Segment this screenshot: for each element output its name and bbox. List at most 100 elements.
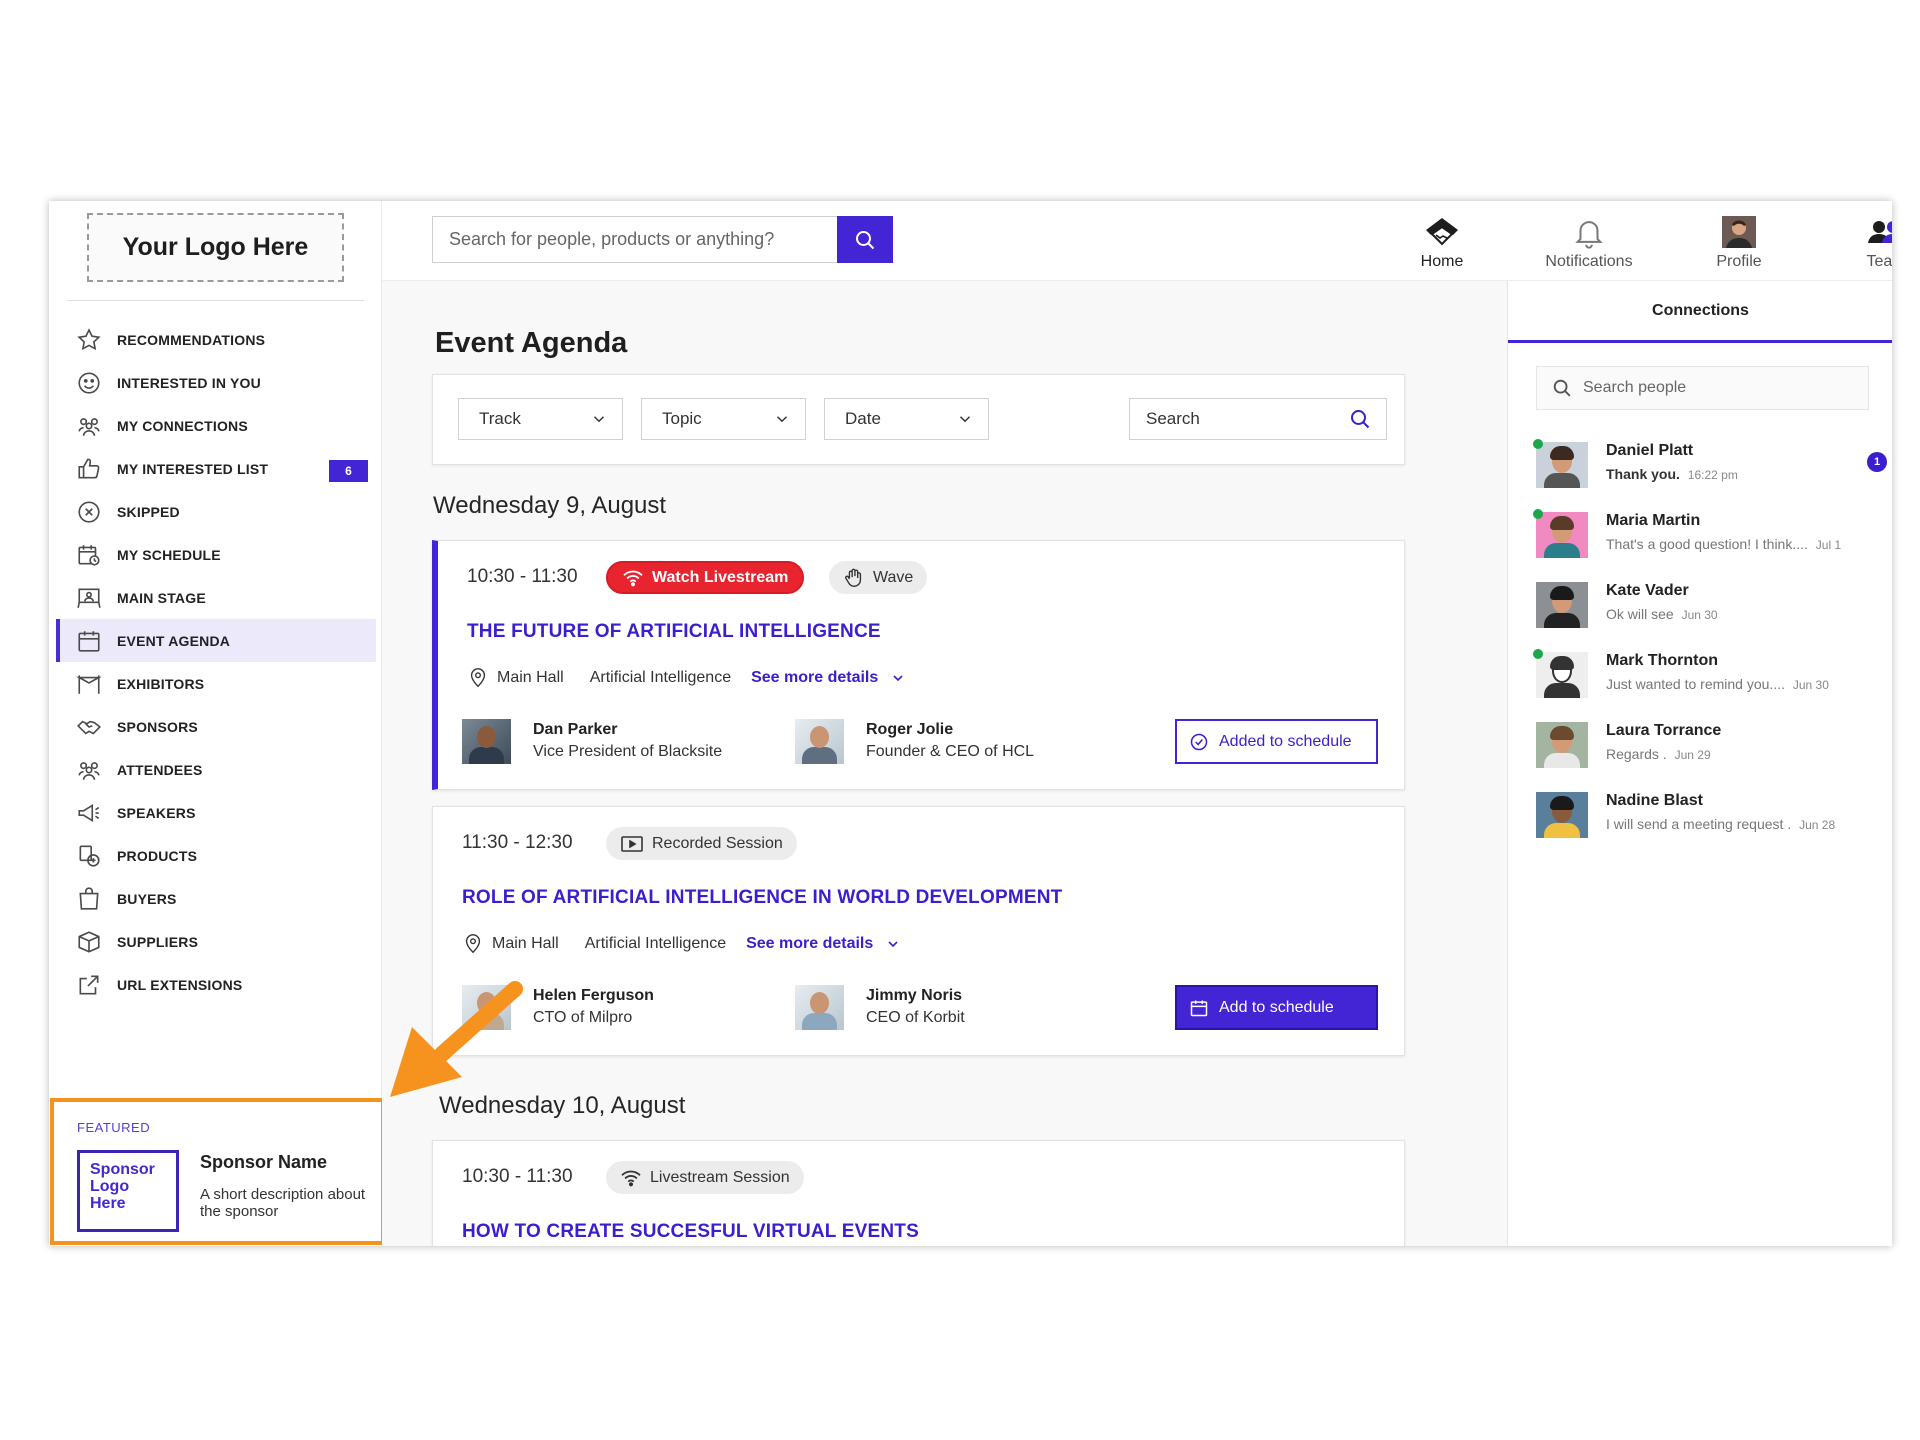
sidebar-item-label: MY SCHEDULE: [117, 546, 221, 563]
pill-label: Watch Livestream: [652, 568, 789, 586]
message-text: I will send a meeting request .: [1606, 816, 1792, 832]
top-nav-label: Home: [1420, 253, 1464, 270]
see-more-details-link[interactable]: See more details: [746, 935, 901, 953]
logo-placeholder[interactable]: Your Logo Here: [87, 213, 344, 282]
track-filter-label: Track: [479, 409, 521, 428]
people-search-input[interactable]: Search people: [1536, 366, 1869, 410]
people-search-placeholder: Search people: [1583, 379, 1687, 396]
track-filter[interactable]: Track: [458, 398, 623, 440]
sidebar-item-sponsors[interactable]: SPONSORS: [56, 705, 376, 748]
contact-item[interactable]: Nadine Blast I will send a meeting reque…: [1536, 792, 1881, 862]
sidebar-item-speakers[interactable]: SPEAKERS: [56, 791, 376, 834]
top-bar: Home Notifications Profile Team: [382, 201, 1892, 281]
chevron-down-icon: [959, 416, 971, 423]
stage-icon: [75, 584, 103, 612]
search-icon: [856, 230, 875, 249]
x-circle-icon: [75, 498, 103, 526]
sidebar-item-attendees[interactable]: ATTENDEES: [56, 748, 376, 791]
sidebar-item-label: MAIN STAGE: [117, 589, 206, 606]
wave-button[interactable]: Wave: [829, 561, 928, 594]
sidebar-item-buyers[interactable]: BUYERS: [56, 877, 376, 920]
topic-filter[interactable]: Topic: [641, 398, 806, 440]
speaker-role: Founder & CEO of HCL: [866, 743, 1035, 760]
sidebar-item-my-interested-list[interactable]: MY INTERESTED LIST 6: [56, 447, 376, 490]
top-nav-team[interactable]: Team: [1826, 205, 1892, 271]
see-more-details-label: See more details: [751, 669, 879, 686]
sidebar-item-my-connections[interactable]: MY CONNECTIONS: [56, 404, 376, 447]
watch-livestream-button[interactable]: Watch Livestream: [606, 561, 805, 594]
schedule-button-label: Add to schedule: [1219, 998, 1334, 1016]
chevron-down-icon: [888, 941, 898, 948]
contact-item[interactable]: Kate Vader Ok will see Jun 30: [1536, 582, 1881, 652]
top-nav-label: Team: [1866, 253, 1892, 270]
calendar-icon: [1190, 1000, 1208, 1016]
featured-sponsor-card[interactable]: FEATURED Sponsor Logo Here Sponsor Name …: [50, 1098, 385, 1245]
sidebar-item-products[interactable]: PRODUCTS: [56, 834, 376, 877]
sidebar-item-main-stage[interactable]: MAIN STAGE: [56, 576, 376, 619]
pill-label: Livestream Session: [650, 1168, 790, 1186]
top-nav-profile[interactable]: Profile: [1679, 205, 1799, 271]
speaker[interactable]: Roger Jolie Founder & CEO of HCL: [795, 719, 1034, 764]
day-heading: Wednesday 9, August: [433, 492, 667, 519]
sidebar-item-my-schedule[interactable]: MY SCHEDULE: [56, 533, 376, 576]
page-title: Event Agenda: [435, 327, 628, 359]
sidebar-item-event-agenda[interactable]: EVENT AGENDA: [56, 619, 376, 662]
sidebar-item-recommendations[interactable]: RECOMMENDATIONS: [56, 318, 376, 361]
speaker[interactable]: Jimmy Noris CEO of Korbit: [795, 985, 965, 1030]
online-indicator: [1533, 509, 1543, 519]
group-icon: [75, 756, 103, 784]
speaker[interactable]: Dan Parker Vice President of Blacksite: [462, 719, 722, 764]
contact-list: Daniel Platt Thank you. 16:22 pm 1 Maria…: [1533, 439, 1887, 862]
message-time: Jun 30: [1792, 678, 1829, 692]
check-circle-icon: [1190, 733, 1208, 750]
sidebar-item-interested-in-you[interactable]: INTERESTED IN YOU: [56, 361, 376, 404]
tab-connections[interactable]: Connections: [1508, 281, 1892, 343]
session-title[interactable]: HOW TO CREATE SUCCESFUL VIRTUAL EVENTS: [462, 1221, 919, 1243]
agenda-search-input[interactable]: Search: [1129, 398, 1387, 440]
recorded-session-badge: Recorded Session: [606, 827, 797, 860]
sidebar-item-exhibitors[interactable]: EXHIBITORS: [56, 662, 376, 705]
session-time: 10:30 - 11:30: [467, 566, 578, 587]
see-more-details-link[interactable]: See more details: [751, 669, 906, 687]
top-nav-home[interactable]: Home: [1382, 205, 1502, 271]
sidebar-item-label: BUYERS: [117, 890, 177, 907]
sidebar-item-skipped[interactable]: SKIPPED: [56, 490, 376, 533]
contact-last-message: Ok will see Jun 30: [1606, 606, 1718, 622]
date-filter[interactable]: Date: [824, 398, 989, 440]
wifi-icon: [623, 570, 643, 586]
session-title[interactable]: THE FUTURE OF ARTIFICIAL INTELLIGENCE: [467, 621, 881, 643]
contact-avatar: [1536, 722, 1588, 768]
contact-item[interactable]: Daniel Platt Thank you. 16:22 pm 1: [1533, 439, 1887, 512]
top-nav-notifications[interactable]: Notifications: [1529, 205, 1649, 271]
sidebar-item-label: URL EXTENSIONS: [117, 976, 243, 993]
contact-item[interactable]: Laura Torrance Regards . Jun 29: [1536, 722, 1881, 792]
people-icon: [75, 412, 103, 440]
filter-bar: Track Topic Date Search: [432, 374, 1405, 465]
top-nav-label: Notifications: [1545, 253, 1633, 270]
sidebar-item-url-extensions[interactable]: URL EXTENSIONS: [56, 963, 376, 1006]
agenda-main: Event Agenda Track Topic Date Search Wed…: [382, 281, 1507, 1246]
speaker-name: Helen Ferguson: [533, 987, 654, 1004]
contact-name: Mark Thornton: [1606, 652, 1718, 669]
calendar-clock-icon: [75, 541, 103, 569]
smiley-icon: [75, 369, 103, 397]
chevron-down-icon: [593, 416, 605, 423]
added-to-schedule-button[interactable]: Added to schedule: [1175, 719, 1378, 764]
global-search-button[interactable]: [837, 216, 893, 263]
sidebar-item-suppliers[interactable]: SUPPLIERS: [56, 920, 376, 963]
add-to-schedule-button[interactable]: Add to schedule: [1175, 985, 1378, 1030]
session-title[interactable]: ROLE OF ARTIFICIAL INTELLIGENCE IN WORLD…: [462, 887, 1062, 909]
calendar-icon: [75, 627, 103, 655]
star-icon: [75, 326, 103, 354]
connections-panel: Connections Search people Daniel Platt T…: [1507, 281, 1892, 1246]
global-search-input[interactable]: [432, 216, 837, 263]
speaker-photo: [462, 719, 511, 764]
sponsor-logo[interactable]: Sponsor Logo Here: [77, 1150, 179, 1232]
sponsor-logo-line: Logo: [90, 1178, 130, 1195]
handshake-icon: [75, 713, 103, 741]
featured-label: FEATURED: [77, 1120, 151, 1135]
contact-item[interactable]: Maria Martin That's a good question! I t…: [1533, 509, 1881, 582]
contact-item[interactable]: Mark Thornton Just wanted to remind you.…: [1533, 649, 1881, 722]
chevron-down-icon: [776, 416, 788, 423]
contact-last-message: Regards . Jun 29: [1606, 746, 1711, 762]
